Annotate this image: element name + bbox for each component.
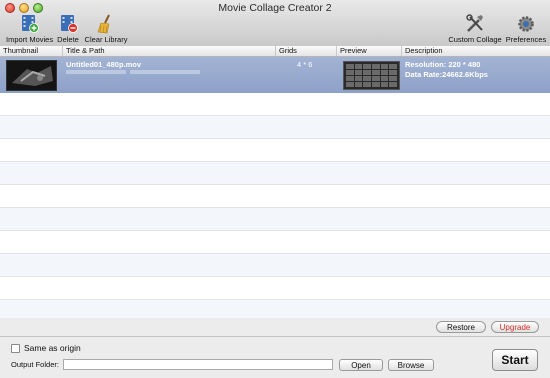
upgrade-button[interactable]: Upgrade (491, 321, 539, 333)
same-as-origin-checkbox[interactable] (11, 344, 20, 353)
empty-row (0, 162, 550, 185)
empty-row (0, 300, 550, 318)
divider (0, 336, 550, 337)
window-title: Movie Collage Creator 2 (218, 2, 332, 14)
movie-title: Untitled01_480p.mov (66, 60, 142, 69)
browse-button[interactable]: Browse (388, 359, 434, 371)
column-grids[interactable]: Grids (276, 46, 337, 56)
column-description[interactable]: Description (402, 46, 550, 56)
import-movies-label: Import Movies (6, 35, 54, 44)
start-button[interactable]: Start (492, 349, 538, 371)
thumbnail-image (7, 61, 56, 90)
broom-icon (97, 14, 110, 34)
preferences-button[interactable]: Preferences (505, 14, 547, 44)
clear-library-label: Clear Library (84, 35, 128, 44)
empty-row (0, 139, 550, 162)
custom-collage-button[interactable]: Custom Collage (448, 14, 502, 44)
empty-row (0, 185, 550, 208)
custom-collage-label: Custom Collage (448, 35, 502, 44)
column-preview[interactable]: Preview (337, 46, 402, 56)
table-body: Untitled01_480p.mov 4 * 6 Resolution: 22… (0, 57, 550, 318)
table-header: Thumbnail Title & Path Grids Preview Des… (0, 46, 550, 57)
movie-resolution: Resolution: 220 * 480 (405, 60, 481, 69)
movie-data-rate: Data Rate:24662.6Kbps (405, 70, 488, 79)
same-as-origin-label: Same as origin (24, 343, 81, 353)
preferences-label: Preferences (505, 35, 547, 44)
empty-row (0, 231, 550, 254)
path-redacted (130, 70, 200, 74)
delete-button[interactable]: Delete (55, 14, 81, 44)
import-movies-button[interactable]: Import Movies (6, 14, 54, 44)
film-add-icon (22, 15, 39, 33)
title-toolbar: Movie Collage Creator 2 Import Movies De… (0, 0, 550, 47)
tools-icon (466, 14, 483, 32)
empty-row (0, 277, 550, 300)
app-window: Movie Collage Creator 2 Import Movies De… (0, 0, 550, 378)
movie-grids: 4 * 6 (297, 60, 313, 69)
gear-icon (518, 16, 534, 32)
clear-library-button[interactable]: Clear Library (84, 14, 128, 44)
empty-row (0, 254, 550, 277)
movie-table[interactable]: Thumbnail Title & Path Grids Preview Des… (0, 46, 550, 318)
path-redacted (66, 70, 126, 74)
column-title-path[interactable]: Title & Path (63, 46, 276, 56)
empty-row (0, 93, 550, 116)
output-folder-label: Output Folder: (11, 360, 59, 369)
open-button[interactable]: Open (339, 359, 383, 371)
movie-thumbnail (6, 60, 57, 91)
collage-preview (343, 61, 400, 90)
film-delete-icon (61, 15, 78, 33)
restore-button[interactable]: Restore (436, 321, 486, 333)
table-row-selected[interactable]: Untitled01_480p.mov 4 * 6 Resolution: 22… (0, 57, 550, 93)
empty-row (0, 116, 550, 139)
delete-label: Delete (57, 35, 79, 44)
output-folder-input[interactable] (63, 359, 333, 370)
column-thumbnail[interactable]: Thumbnail (0, 46, 63, 56)
empty-row (0, 208, 550, 231)
